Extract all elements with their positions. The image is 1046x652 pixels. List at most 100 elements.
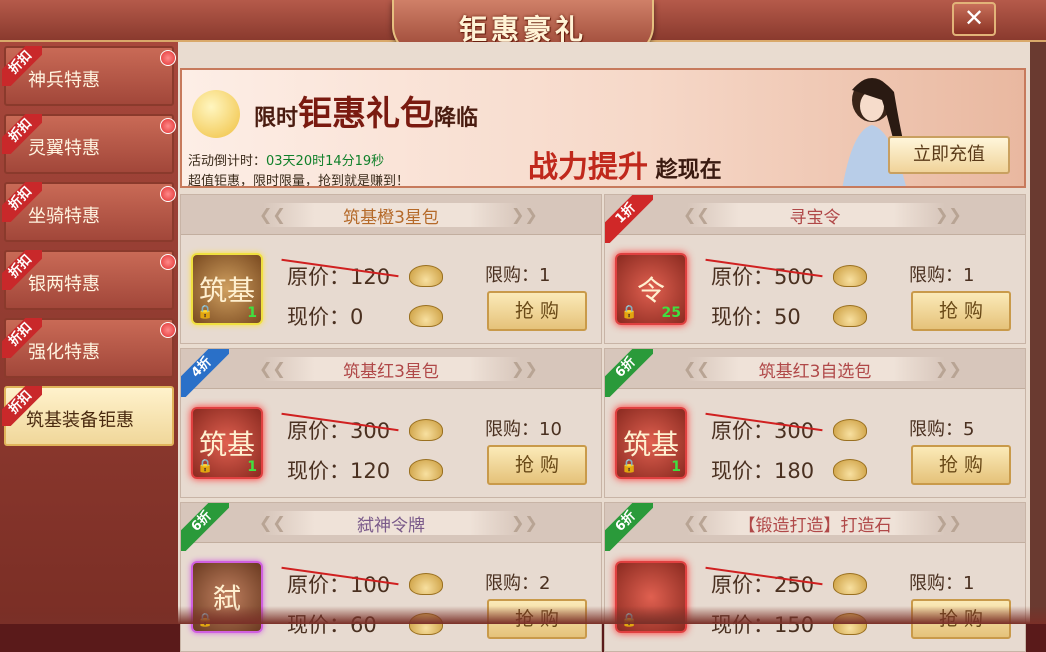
sidebar-item-wing-deal[interactable]: 折扣 灵翼特惠 [2,114,176,174]
item-quantity: 1 [247,305,257,321]
original-price: 原价：100 [281,566,399,599]
gold-ingot-icon [409,459,443,481]
deal-card: ❮❮ ❯❯ 筑基橙3星包筑基 🔒 1 原价：120 现价：0 限购：1 抢 购 [180,194,602,344]
card-header: ❮❮ ❯❯ 弑神令牌 [181,503,601,543]
buy-button[interactable]: 抢 购 [487,291,587,331]
item-icon[interactable]: 筑基 🔒 1 [191,253,263,325]
card-header: ❮❮ ❯❯ 【锻造打造】打造石 [605,503,1025,543]
banner-slogan: 战力提升 趁现在 [528,150,722,185]
sidebar-item-mount-deal[interactable]: 折扣 坐骑特惠 [2,182,176,242]
purchase-limit: 限购：1 [909,573,975,594]
gold-ingot-icon [409,305,443,327]
item-name: 筑基红3星包 [343,362,439,382]
notification-dot-icon [160,322,176,338]
purchase-limit: 限购：1 [485,265,551,286]
card-header: ❮❮ ❯❯ 筑基橙3星包 [181,195,601,235]
banner-headline: 限时钜惠礼包降临 [254,94,479,134]
deal-card: ❮❮ ❯❯ 筑基红3自选包 6折筑基 🔒 1 原价：300 现价：180 限购：5 抢 购 [604,348,1026,498]
item-quantity: 1 [671,459,681,475]
notification-dot-icon [160,186,176,202]
lock-icon: 🔒 [621,305,638,320]
item-icon[interactable]: 筑基 🔒 1 [191,407,263,479]
sidebar-item-enhance-deal[interactable]: 折扣 强化特惠 [2,318,176,378]
close-button[interactable]: ✕ [952,2,996,36]
discount-badge: 6折 [605,349,653,397]
gold-ingot-icon [833,419,867,441]
sidebar-item-silver-deal[interactable]: 折扣 银两特惠 [2,250,176,310]
original-price: 原价：500 [705,258,823,291]
gold-ingot-icon [833,305,867,327]
recharge-button[interactable]: 立即充值 [888,136,1010,174]
buy-button[interactable]: 抢 购 [911,445,1011,485]
card-header: ❮❮ ❯❯ 寻宝令 [605,195,1025,235]
item-glyph: 筑基 [198,428,255,461]
original-price: 原价：120 [281,258,399,291]
notification-dot-icon [160,254,176,270]
sidebar-item-label: 坐骑特惠 [28,206,100,227]
lock-icon: 🔒 [197,305,214,320]
main-panel: 限时钜惠礼包降临 活动倒计时：03天20时14分19秒 超值钜惠，限时限量，抢到… [178,42,1030,652]
purchase-limit: 限购：5 [909,419,975,440]
gold-ingot-icon [833,459,867,481]
item-quantity: 1 [247,459,257,475]
current-price: 现价：0 [287,305,364,329]
item-glyph: 筑基 [622,428,679,461]
item-name: 【锻造打造】打造石 [738,516,892,536]
item-name: 寻宝令 [789,208,841,228]
bottom-border [0,606,1046,624]
gold-ingot-icon [833,573,867,595]
current-price: 现价：50 [711,305,801,329]
countdown-value: 03天20时14分19秒 [266,154,385,169]
item-name: 弑神令牌 [357,516,425,536]
original-price: 原价：300 [705,412,823,445]
deal-card: ❮❮❯❯弑神令牌6折弑🔒原价：100现价：60限购：2抢 购 [180,502,602,652]
gold-ingot-icon [833,265,867,287]
sidebar-item-foundation-gear-deal[interactable]: 折扣 筑基装备钜惠 [2,386,174,446]
gold-ingot-icon [409,419,443,441]
sidebar-item-label: 神兵特惠 [28,70,100,91]
sidebar-item-label: 强化特惠 [28,342,100,363]
discount-badge: 6折 [605,503,653,551]
card-header: ❮❮ ❯❯ 筑基红3自选包 [605,349,1025,389]
card-header: ❮❮ ❯❯ 筑基红3星包 [181,349,601,389]
sidebar-item-weapon-deal[interactable]: 折扣 神兵特惠 [2,46,176,106]
buy-button[interactable]: 抢 购 [911,291,1011,331]
notification-dot-icon [160,50,176,66]
purchase-limit: 限购：10 [485,419,562,440]
lock-icon: 🔒 [621,459,638,474]
lock-icon: 🔒 [197,459,214,474]
right-edge [1030,42,1046,624]
original-price: 原价：300 [281,412,399,445]
deal-card: ❮❮❯❯【锻造打造】打造石6折🔒原价：250现价：150限购：1抢 购 [604,502,1026,652]
item-icon[interactable]: 筑基 🔒 1 [615,407,687,479]
notification-dot-icon [160,118,176,134]
deal-card: ❮❮ ❯❯ 筑基红3星包 4折筑基 🔒 1 原价：300 现价：120 限购：10 抢 购 [180,348,602,498]
sidebar: 折扣 神兵特惠 折扣 灵翼特惠 折扣 坐骑特惠 折扣 银两特惠 折扣 强化特惠 … [0,42,178,624]
item-quantity: 25 [661,305,681,321]
item-name: 筑基橙3星包 [343,208,439,228]
purchase-limit: 限购：1 [909,265,975,286]
gold-ingot-icon [409,265,443,287]
discount-badge: 1折 [605,195,653,243]
sidebar-item-label: 灵翼特惠 [28,138,100,159]
gift-window: 钜惠豪礼 ✕ 折扣 神兵特惠 折扣 灵翼特惠 折扣 坐骑特惠 折扣 银两特惠 折… [0,0,1046,652]
banner-note: 超值钜惠，限时限量，抢到就是赚到！ [188,174,410,188]
countdown-label: 活动倒计时： [188,154,267,169]
purchase-limit: 限购：2 [485,573,551,594]
current-price: 现价：180 [711,459,815,483]
countdown: 活动倒计时：03天20时14分19秒 [188,150,384,169]
discount-badge: 4折 [181,349,229,397]
current-price: 现价：120 [287,459,391,483]
item-name: 筑基红3自选包 [758,362,872,382]
moon-orb-icon [192,90,240,138]
promo-banner: 限时钜惠礼包降临 活动倒计时：03天20时14分19秒 超值钜惠，限时限量，抢到… [180,68,1026,188]
item-glyph: 筑基 [198,274,255,307]
sidebar-item-label: 筑基装备钜惠 [26,410,134,431]
original-price: 原价：250 [705,566,823,599]
deal-card: ❮❮ ❯❯ 寻宝令 1折令 🔒 25 原价：500 现价：50 限购：1 抢 购 [604,194,1026,344]
gold-ingot-icon [409,573,443,595]
discount-badge: 6折 [181,503,229,551]
sidebar-item-label: 银两特惠 [28,274,100,295]
buy-button[interactable]: 抢 购 [487,445,587,485]
item-icon[interactable]: 令 🔒 25 [615,253,687,325]
